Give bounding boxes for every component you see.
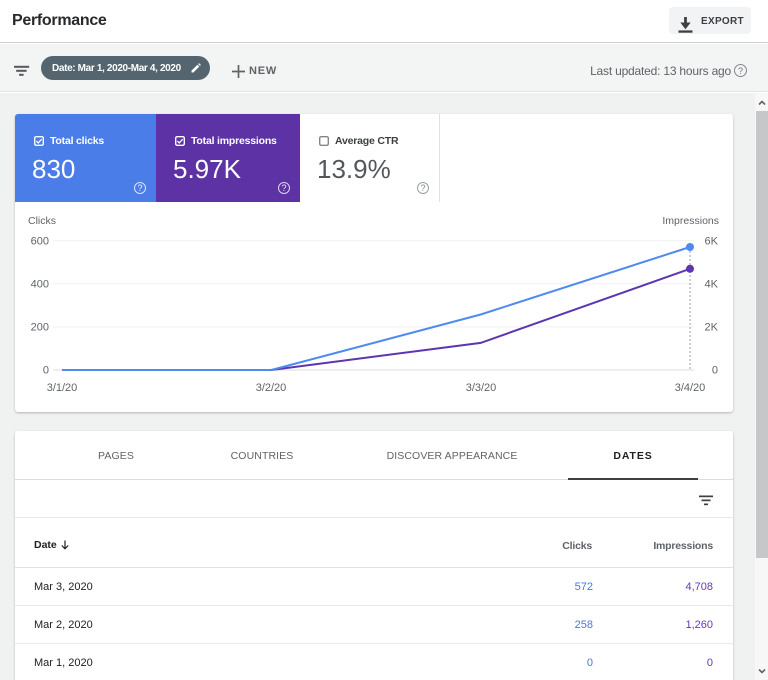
svg-text:6K: 6K: [705, 236, 719, 248]
svg-text:3/4/20: 3/4/20: [675, 382, 706, 394]
svg-text:3/2/20: 3/2/20: [256, 382, 287, 394]
svg-text:2K: 2K: [705, 322, 719, 334]
svg-text:Impressions: Impressions: [662, 215, 719, 227]
svg-text:0: 0: [43, 365, 49, 377]
svg-text:4K: 4K: [705, 279, 719, 291]
svg-text:400: 400: [31, 279, 49, 291]
svg-text:3/3/20: 3/3/20: [466, 382, 497, 394]
svg-text:3/1/20: 3/1/20: [47, 382, 78, 394]
svg-text:200: 200: [31, 322, 49, 334]
svg-text:600: 600: [31, 236, 49, 248]
svg-text:Clicks: Clicks: [28, 215, 56, 227]
svg-text:0: 0: [712, 365, 718, 377]
